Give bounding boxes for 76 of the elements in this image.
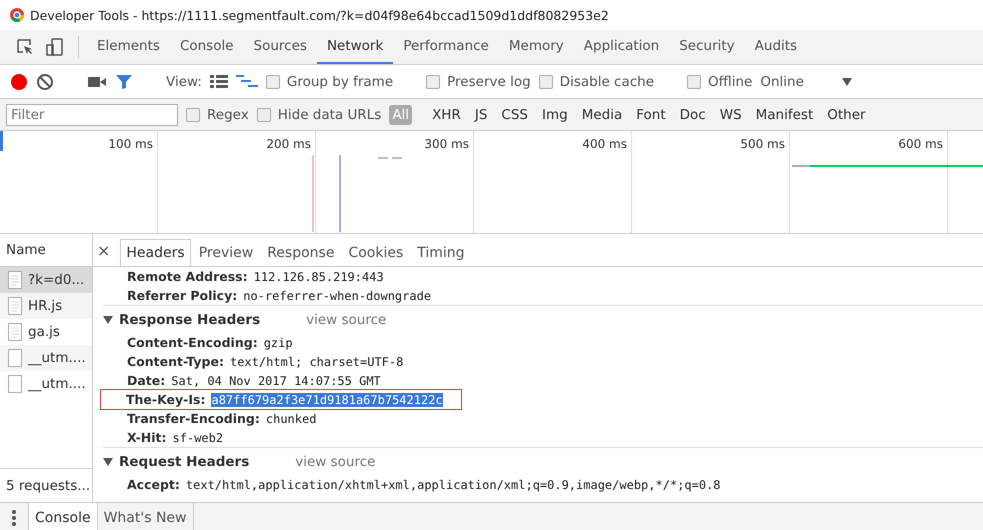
more-options-icon[interactable]	[12, 510, 16, 526]
time-tick-label: 300 ms	[316, 131, 474, 233]
header-row-text: Content-Encoding: gzip	[126, 334, 294, 352]
header-row-text: Date: Sat, 04 Nov 2017 14:07:55 GMT	[126, 372, 382, 390]
panel-tab[interactable]: Audits	[744, 30, 808, 64]
detail-tab[interactable]: Response	[261, 239, 340, 266]
document-icon	[8, 297, 22, 315]
type-filter[interactable]: Manifest	[752, 104, 816, 124]
panel-tab[interactable]: Network	[316, 30, 394, 64]
panel-tab[interactable]: Elements	[87, 30, 170, 64]
header-row-text: Referrer Policy: no-referrer-when-downgrade	[126, 287, 432, 305]
panel-tab[interactable]: Performance	[393, 30, 499, 64]
drawer-tab[interactable]: Console	[28, 503, 98, 530]
type-filter[interactable]: XHR	[429, 104, 464, 124]
type-filter[interactable]: JS	[472, 104, 490, 124]
time-tick-label: 200 ms	[158, 131, 316, 233]
detail-tab[interactable]: Headers	[120, 239, 191, 266]
checkbox[interactable]: Hide data URLs	[256, 106, 382, 122]
expand-triangle-icon[interactable]	[103, 458, 113, 466]
list-view-icon[interactable]	[210, 74, 228, 88]
request-item[interactable]: __utm....	[0, 345, 92, 371]
section-title[interactable]: Response Headers	[119, 312, 260, 328]
detail-tab[interactable]: Cookies	[342, 239, 410, 266]
panel-tab[interactable]: Application	[574, 30, 670, 64]
browser-logo-icon	[10, 8, 24, 22]
document-icon	[8, 323, 22, 341]
type-filter[interactable]: Doc	[676, 104, 709, 124]
panel-tab[interactable]: Security	[669, 30, 745, 64]
camera-icon[interactable]	[87, 74, 107, 88]
section-title[interactable]: Request Headers	[119, 454, 250, 470]
document-icon	[8, 271, 22, 289]
request-item[interactable]: HR.js	[0, 293, 92, 319]
panel-tab[interactable]: Console	[170, 30, 244, 64]
view-source-link[interactable]: view source	[295, 454, 376, 470]
checkbox[interactable]: Preserve log	[426, 74, 531, 90]
window-title: Developer Tools - https://1111.segmentfault.com/?k=d04f98e64bccad1509d1ddf8082953e2	[30, 8, 609, 22]
header-row: The-Key-Is: a87ff679a2f3e71d9181a67b7542122c	[101, 390, 461, 409]
header-row-text: Transfer-Encoding: chunked	[126, 410, 318, 428]
filter-icon[interactable]	[115, 74, 133, 90]
time-tick-label: 400 ms	[474, 131, 632, 233]
detail-tab[interactable]: Preview	[192, 239, 260, 266]
type-filter[interactable]: Img	[538, 104, 571, 124]
detail-tab[interactable]: Timing	[411, 239, 471, 266]
type-filter[interactable]: CSS	[498, 104, 531, 124]
inspect-icon[interactable]	[16, 38, 34, 56]
view-label: View:	[166, 74, 202, 90]
checkbox[interactable]: Offline	[687, 74, 752, 90]
header-row-text: Content-Type: text/html; charset=UTF-8	[126, 353, 404, 371]
drawer-tab[interactable]: What's New	[98, 503, 194, 530]
close-button[interactable]: ×	[97, 240, 118, 260]
type-filter[interactable]: Other	[824, 104, 869, 124]
checkbox[interactable]: Group by frame	[266, 74, 394, 90]
panel-tab[interactable]: Memory	[498, 30, 574, 64]
type-filter[interactable]: Media	[578, 104, 626, 124]
time-tick-label: 500 ms	[632, 131, 790, 233]
blank-file-icon	[8, 375, 22, 393]
clear-icon[interactable]	[36, 72, 54, 90]
filter-field[interactable]: Filter	[6, 104, 178, 126]
request-item[interactable]: ?k=d0...	[0, 267, 92, 293]
record-icon[interactable]	[10, 72, 28, 90]
header-row-text: Remote Address: 112.126.85.219:443	[126, 268, 385, 286]
header-row-text: Accept: text/html,application/xhtml+xml,application/xml;q=0.9,image/webp,*/*;q=0.8	[126, 476, 722, 494]
waterfall-view-icon[interactable]	[236, 74, 258, 88]
panel-tab[interactable]: Sources	[244, 30, 317, 64]
view-source-link[interactable]: view source	[306, 312, 386, 328]
dropdown-arrow-icon[interactable]	[842, 78, 852, 86]
throttle-dropdown[interactable]: Online	[760, 74, 804, 90]
blank-file-icon	[8, 349, 22, 367]
checkbox[interactable]: Disable cache	[538, 74, 654, 90]
checkbox[interactable]: Regex	[186, 106, 249, 122]
device-icon[interactable]	[46, 38, 64, 56]
type-filter[interactable]: WS	[716, 104, 745, 124]
time-tick-label: 600 ms	[790, 131, 948, 233]
expand-triangle-icon[interactable]	[103, 316, 113, 324]
type-filter[interactable]: Font	[633, 104, 669, 124]
header-row-text: X-Hit: sf-web2	[126, 429, 224, 447]
